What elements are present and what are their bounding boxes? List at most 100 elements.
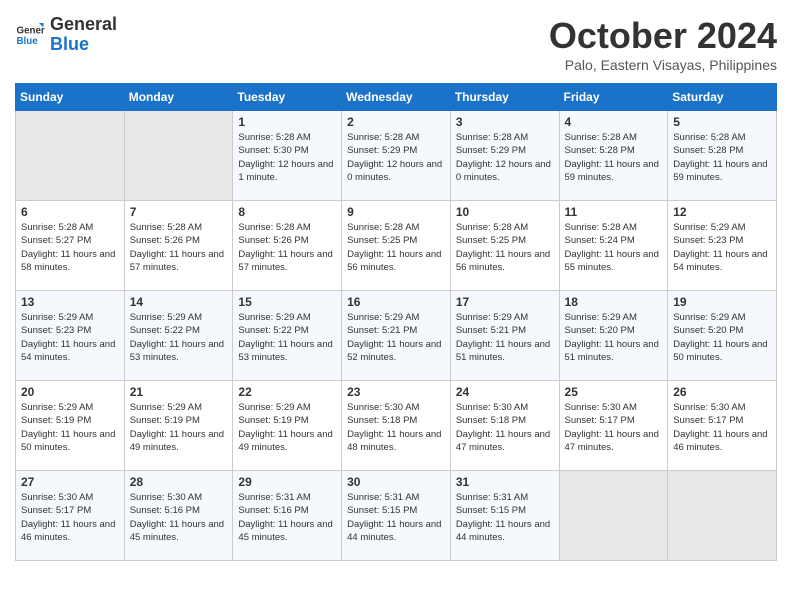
calendar-cell: 9Sunrise: 5:28 AMSunset: 5:25 PMDaylight…	[342, 201, 451, 291]
location-subtitle: Palo, Eastern Visayas, Philippines	[549, 57, 777, 73]
day-info: Sunrise: 5:29 AMSunset: 5:23 PMDaylight:…	[673, 221, 771, 274]
calendar-cell	[559, 471, 668, 561]
calendar-cell: 6 Sunrise: 5:28 AMSunset: 5:27 PMDaylight…	[16, 201, 125, 291]
calendar-cell: 8Sunrise: 5:28 AMSunset: 5:26 PMDaylight…	[233, 201, 342, 291]
title-block: October 2024 Palo, Eastern Visayas, Phil…	[549, 15, 777, 73]
day-info: Sunrise: 5:28 AMSunset: 5:30 PMDaylight:…	[238, 131, 336, 184]
calendar-cell: 7Sunrise: 5:28 AMSunset: 5:26 PMDaylight…	[124, 201, 233, 291]
calendar-cell: 24Sunrise: 5:30 AMSunset: 5:18 PMDayligh…	[450, 381, 559, 471]
day-number: 21	[130, 385, 228, 399]
calendar-cell: 3 Sunrise: 5:28 AMSunset: 5:29 PMDaylight…	[450, 111, 559, 201]
month-title: October 2024	[549, 15, 777, 57]
calendar-cell: 15 Sunrise: 5:29 AMSunset: 5:22 PMDayligh…	[233, 291, 342, 381]
calendar-cell: 28Sunrise: 5:30 AMSunset: 5:16 PMDayligh…	[124, 471, 233, 561]
day-info: Sunrise: 5:29 AMSunset: 5:19 PMDaylight:…	[21, 401, 119, 454]
calendar-cell: 19 Sunrise: 5:29 AMSunset: 5:20 PMDayligh…	[668, 291, 777, 381]
day-number: 27	[21, 475, 119, 489]
calendar-week-1: 1 Sunrise: 5:28 AMSunset: 5:30 PMDaylight…	[16, 111, 777, 201]
day-info: Sunrise: 5:28 AMSunset: 5:25 PMDaylight:…	[456, 221, 554, 274]
calendar-cell: 30Sunrise: 5:31 AMSunset: 5:15 PMDayligh…	[342, 471, 451, 561]
calendar-cell	[668, 471, 777, 561]
logo-general: General	[50, 14, 117, 34]
logo: General Blue General Blue	[15, 15, 117, 55]
day-number: 24	[456, 385, 554, 399]
calendar-week-5: 27Sunrise: 5:30 AMSunset: 5:17 PMDayligh…	[16, 471, 777, 561]
day-number: 1	[238, 115, 336, 129]
calendar-cell: 4Sunrise: 5:28 AMSunset: 5:28 PMDaylight…	[559, 111, 668, 201]
day-info: Sunrise: 5:29 AMSunset: 5:21 PMDaylight:…	[347, 311, 445, 364]
day-info: Sunrise: 5:29 AMSunset: 5:21 PMDaylight:…	[456, 311, 554, 364]
day-info: Sunrise: 5:28 AMSunset: 5:26 PMDaylight:…	[130, 221, 228, 274]
day-info: Sunrise: 5:28 AMSunset: 5:27 PMDaylight:…	[21, 221, 119, 274]
day-number: 26	[673, 385, 771, 399]
svg-text:Blue: Blue	[17, 36, 39, 47]
weekday-header-tuesday: Tuesday	[233, 84, 342, 111]
weekday-header-friday: Friday	[559, 84, 668, 111]
day-number: 29	[238, 475, 336, 489]
day-info: Sunrise: 5:30 AMSunset: 5:17 PMDaylight:…	[565, 401, 663, 454]
day-info: Sunrise: 5:29 AMSunset: 5:23 PMDaylight:…	[21, 311, 119, 364]
day-number: 28	[130, 475, 228, 489]
calendar-cell: 27Sunrise: 5:30 AMSunset: 5:17 PMDayligh…	[16, 471, 125, 561]
day-number: 22	[238, 385, 336, 399]
weekday-header-saturday: Saturday	[668, 84, 777, 111]
day-info: Sunrise: 5:31 AMSunset: 5:16 PMDaylight:…	[238, 491, 336, 544]
calendar-week-2: 6 Sunrise: 5:28 AMSunset: 5:27 PMDaylight…	[16, 201, 777, 291]
calendar-cell: 1 Sunrise: 5:28 AMSunset: 5:30 PMDaylight…	[233, 111, 342, 201]
day-info: Sunrise: 5:29 AMSunset: 5:22 PMDaylight:…	[238, 311, 336, 364]
day-number: 15	[238, 295, 336, 309]
logo-icon: General Blue	[15, 20, 45, 50]
calendar-table: SundayMondayTuesdayWednesdayThursdayFrid…	[15, 83, 777, 561]
day-number: 19	[673, 295, 771, 309]
calendar-cell: 2 Sunrise: 5:28 AMSunset: 5:29 PMDaylight…	[342, 111, 451, 201]
calendar-cell: 22 Sunrise: 5:29 AMSunset: 5:19 PMDayligh…	[233, 381, 342, 471]
day-info: Sunrise: 5:29 AMSunset: 5:22 PMDaylight:…	[130, 311, 228, 364]
day-info: Sunrise: 5:29 AMSunset: 5:19 PMDaylight:…	[238, 401, 336, 454]
day-number: 8	[238, 205, 336, 219]
day-number: 17	[456, 295, 554, 309]
day-number: 13	[21, 295, 119, 309]
day-number: 20	[21, 385, 119, 399]
calendar-cell: 13 Sunrise: 5:29 AMSunset: 5:23 PMDayligh…	[16, 291, 125, 381]
day-info: Sunrise: 5:28 AMSunset: 5:29 PMDaylight:…	[347, 131, 445, 184]
calendar-cell: 16 Sunrise: 5:29 AMSunset: 5:21 PMDayligh…	[342, 291, 451, 381]
day-number: 3	[456, 115, 554, 129]
calendar-cell: 17 Sunrise: 5:29 AMSunset: 5:21 PMDayligh…	[450, 291, 559, 381]
day-number: 31	[456, 475, 554, 489]
day-number: 14	[130, 295, 228, 309]
day-info: Sunrise: 5:31 AMSunset: 5:15 PMDaylight:…	[456, 491, 554, 544]
calendar-cell: 25 Sunrise: 5:30 AMSunset: 5:17 PMDayligh…	[559, 381, 668, 471]
calendar-cell	[16, 111, 125, 201]
calendar-cell: 21Sunrise: 5:29 AMSunset: 5:19 PMDayligh…	[124, 381, 233, 471]
day-info: Sunrise: 5:28 AMSunset: 5:24 PMDaylight:…	[565, 221, 663, 274]
calendar-cell: 11 Sunrise: 5:28 AMSunset: 5:24 PMDayligh…	[559, 201, 668, 291]
svg-text:General: General	[17, 25, 46, 36]
day-info: Sunrise: 5:28 AMSunset: 5:29 PMDaylight:…	[456, 131, 554, 184]
calendar-week-4: 20 Sunrise: 5:29 AMSunset: 5:19 PMDayligh…	[16, 381, 777, 471]
day-number: 11	[565, 205, 663, 219]
calendar-cell: 29 Sunrise: 5:31 AMSunset: 5:16 PMDayligh…	[233, 471, 342, 561]
day-info: Sunrise: 5:30 AMSunset: 5:17 PMDaylight:…	[673, 401, 771, 454]
day-number: 4	[565, 115, 663, 129]
day-info: Sunrise: 5:29 AMSunset: 5:20 PMDaylight:…	[673, 311, 771, 364]
calendar-cell: 14 Sunrise: 5:29 AMSunset: 5:22 PMDayligh…	[124, 291, 233, 381]
day-number: 10	[456, 205, 554, 219]
calendar-header-row: SundayMondayTuesdayWednesdayThursdayFrid…	[16, 84, 777, 111]
day-number: 6	[21, 205, 119, 219]
page-header: General Blue General Blue October 2024 P…	[15, 15, 777, 73]
day-number: 9	[347, 205, 445, 219]
day-number: 2	[347, 115, 445, 129]
calendar-cell: 12Sunrise: 5:29 AMSunset: 5:23 PMDayligh…	[668, 201, 777, 291]
day-info: Sunrise: 5:29 AMSunset: 5:20 PMDaylight:…	[565, 311, 663, 364]
weekday-header-monday: Monday	[124, 84, 233, 111]
day-number: 18	[565, 295, 663, 309]
calendar-cell: 23Sunrise: 5:30 AMSunset: 5:18 PMDayligh…	[342, 381, 451, 471]
calendar-cell: 18 Sunrise: 5:29 AMSunset: 5:20 PMDayligh…	[559, 291, 668, 381]
calendar-cell	[124, 111, 233, 201]
day-number: 25	[565, 385, 663, 399]
day-info: Sunrise: 5:28 AMSunset: 5:28 PMDaylight:…	[673, 131, 771, 184]
calendar-cell: 31 Sunrise: 5:31 AMSunset: 5:15 PMDayligh…	[450, 471, 559, 561]
day-info: Sunrise: 5:31 AMSunset: 5:15 PMDaylight:…	[347, 491, 445, 544]
day-number: 16	[347, 295, 445, 309]
day-number: 23	[347, 385, 445, 399]
